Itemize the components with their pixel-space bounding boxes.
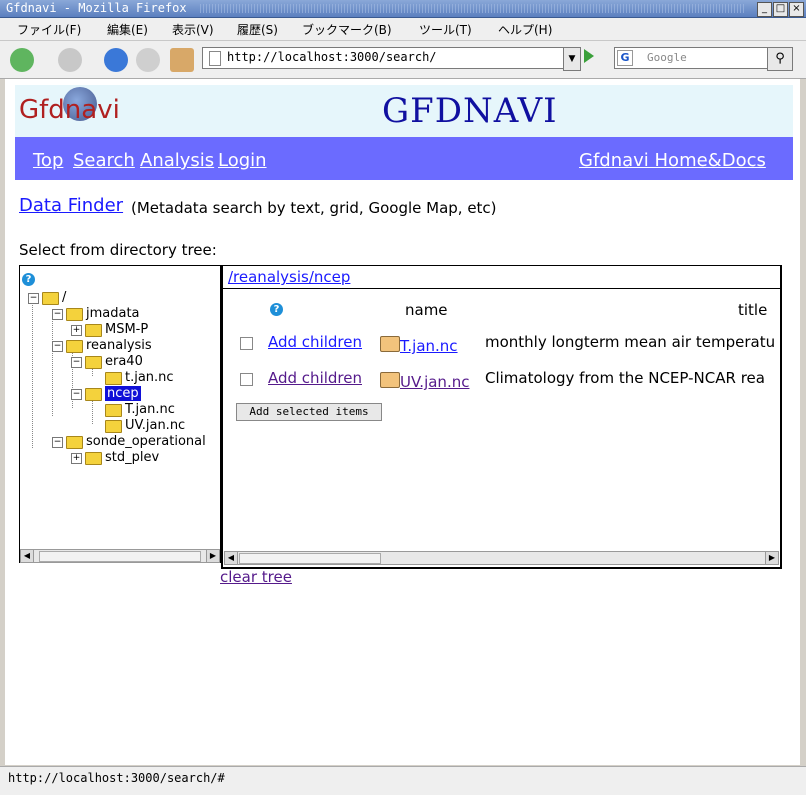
go-icon[interactable] xyxy=(584,49,594,63)
stop-icon[interactable] xyxy=(136,48,160,72)
site-header: Gfdnavi GFDNAVI xyxy=(15,85,793,137)
status-text: http://localhost:3000/search/# xyxy=(8,771,225,785)
top-nav: Top Search Analysis Login Gfdnavi Home&D… xyxy=(15,137,793,180)
folder-icon xyxy=(105,420,122,433)
tree-horizontal-scrollbar[interactable]: ◀ ▶ xyxy=(20,549,220,563)
help-icon[interactable]: ? xyxy=(270,303,283,316)
tree-line xyxy=(52,314,53,416)
page-icon xyxy=(209,51,221,66)
directory-tree: ? − / − jmadata + MSM-P − reanalysis − e… xyxy=(19,265,221,563)
nav-analysis-link[interactable]: Analysis xyxy=(140,150,214,171)
scrollbar-thumb[interactable] xyxy=(39,551,201,562)
folder-icon xyxy=(85,356,102,369)
file-title: Climatology from the NCEP-NCAR rea xyxy=(485,369,765,387)
scroll-right-icon[interactable]: ▶ xyxy=(206,550,219,562)
menu-bar: ファイル(F) 編集(E) 表示(V) 履歴(S) ブックマーク(B) ツール(… xyxy=(0,18,806,41)
folder-icon xyxy=(105,404,122,417)
url-bar[interactable]: http://localhost:3000/search/ xyxy=(202,47,564,69)
folder-icon xyxy=(66,308,83,321)
close-button[interactable]: × xyxy=(789,2,804,17)
file-icon[interactable] xyxy=(380,336,400,352)
row-checkbox[interactable] xyxy=(240,373,253,386)
data-finder-link[interactable]: Data Finder xyxy=(19,195,123,216)
back-icon[interactable] xyxy=(10,48,34,72)
page-content: Gfdnavi GFDNAVI Top Search Analysis Logi… xyxy=(5,79,800,765)
folder-icon xyxy=(85,452,102,465)
minimize-button[interactable]: _ xyxy=(757,2,772,17)
menu-view[interactable]: 表示(V) xyxy=(172,21,214,38)
status-bar: http://localhost:3000/search/# xyxy=(0,766,806,795)
search-icon[interactable]: ⚲ xyxy=(767,47,793,71)
titlebar-hatch xyxy=(200,4,746,13)
menu-help[interactable]: ヘルプ(H) xyxy=(498,21,552,38)
collapse-icon[interactable]: − xyxy=(52,341,63,352)
scroll-left-icon[interactable]: ◀ xyxy=(225,552,238,564)
folder-icon xyxy=(85,388,102,401)
folder-icon xyxy=(85,324,102,337)
current-path-link[interactable]: /reanalysis/ncep xyxy=(228,268,350,286)
search-placeholder: Google xyxy=(647,51,687,64)
file-listing: /reanalysis/ncep ? name title Add childr… xyxy=(221,265,782,569)
forward-icon[interactable] xyxy=(58,48,82,72)
column-header-title: title xyxy=(738,301,768,319)
add-selected-items-button[interactable]: Add selected items xyxy=(236,403,382,421)
url-dropdown-button[interactable]: ▼ xyxy=(563,47,581,71)
row-checkbox[interactable] xyxy=(240,337,253,350)
collapse-icon[interactable]: − xyxy=(28,293,39,304)
menu-bookmarks[interactable]: ブックマーク(B) xyxy=(302,21,392,38)
url-text: http://localhost:3000/search/ xyxy=(227,50,437,64)
file-link[interactable]: T.jan.nc xyxy=(400,337,458,355)
collapse-icon[interactable]: − xyxy=(52,437,63,448)
file-icon[interactable] xyxy=(380,372,400,388)
home-icon[interactable] xyxy=(170,48,194,72)
data-finder-description: (Metadata search by text, grid, Google M… xyxy=(131,199,497,217)
listing-horizontal-scrollbar[interactable]: ◀ ▶ xyxy=(224,551,779,565)
expand-icon[interactable]: + xyxy=(71,325,82,336)
add-children-link[interactable]: Add children xyxy=(268,333,362,351)
reload-icon[interactable] xyxy=(104,48,128,72)
menu-history[interactable]: 履歴(S) xyxy=(237,21,278,38)
google-icon[interactable]: G xyxy=(617,50,633,66)
path-bar: /reanalysis/ncep xyxy=(223,266,780,289)
menu-file[interactable]: ファイル(F) xyxy=(17,21,81,38)
collapse-icon[interactable]: − xyxy=(71,389,82,400)
scroll-right-icon[interactable]: ▶ xyxy=(765,552,778,564)
nav-top-link[interactable]: Top xyxy=(33,150,63,171)
window-titlebar: Gfdnavi - Mozilla Firefox _ □ × xyxy=(0,0,806,18)
folder-icon xyxy=(105,372,122,385)
select-tree-label: Select from directory tree: xyxy=(19,241,217,259)
logo[interactable]: Gfdnavi xyxy=(19,95,120,125)
file-link[interactable]: UV.jan.nc xyxy=(400,373,469,391)
nav-login-link[interactable]: Login xyxy=(218,150,267,171)
folder-icon xyxy=(66,436,83,449)
file-title: monthly longterm mean air temperatu xyxy=(485,333,776,351)
nav-home-docs-link[interactable]: Gfdnavi Home&Docs xyxy=(579,150,766,171)
nav-search-link[interactable]: Search xyxy=(73,150,135,171)
menu-edit[interactable]: 編集(E) xyxy=(107,21,148,38)
help-icon[interactable]: ? xyxy=(22,273,35,286)
folder-icon xyxy=(42,292,59,305)
site-title: GFDNAVI xyxy=(382,91,558,131)
scrollbar-thumb[interactable] xyxy=(239,553,381,564)
search-input[interactable]: G Google xyxy=(614,47,768,69)
clear-tree-link[interactable]: clear tree xyxy=(220,568,292,586)
maximize-button[interactable]: □ xyxy=(773,2,788,17)
collapse-icon[interactable]: − xyxy=(52,309,63,320)
add-children-link[interactable]: Add children xyxy=(268,369,362,387)
window-title: Gfdnavi - Mozilla Firefox xyxy=(6,1,187,15)
menu-tools[interactable]: ツール(T) xyxy=(419,21,472,38)
folder-icon xyxy=(66,340,83,353)
column-header-name: name xyxy=(405,301,448,319)
tree-line xyxy=(32,298,33,448)
expand-icon[interactable]: + xyxy=(71,453,82,464)
collapse-icon[interactable]: − xyxy=(71,357,82,368)
scroll-left-icon[interactable]: ◀ xyxy=(21,550,34,562)
